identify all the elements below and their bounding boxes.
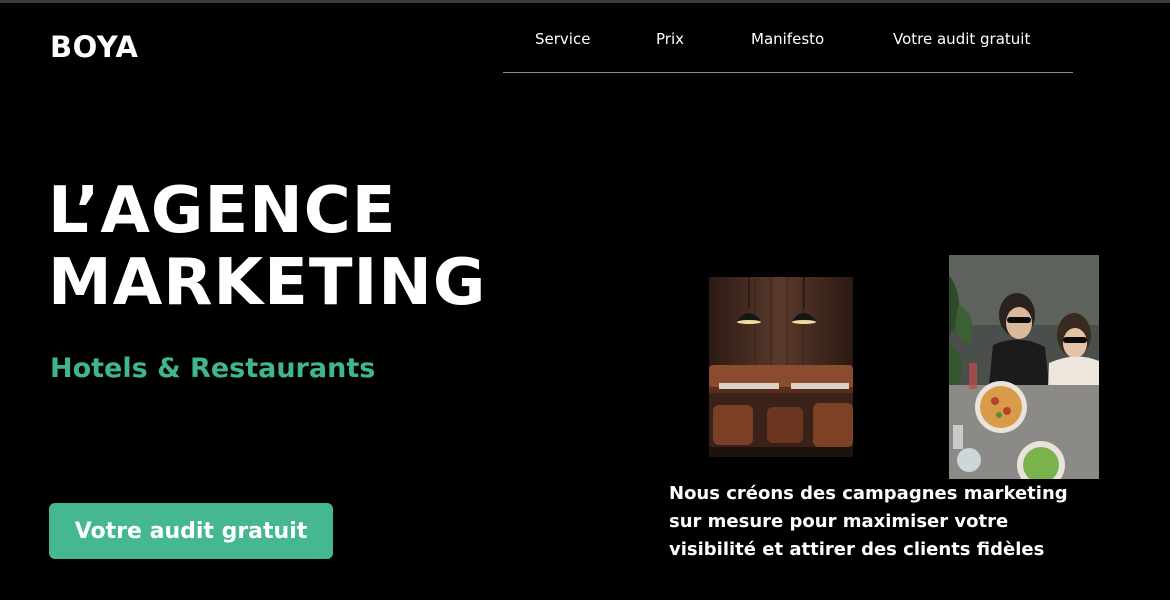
top-border: [0, 0, 1170, 3]
hero-subtitle: Hotels & Restaurants: [50, 353, 376, 384]
nav-item-prix[interactable]: Prix: [656, 30, 684, 48]
audit-cta-button[interactable]: Votre audit gratuit: [49, 503, 333, 559]
main-nav: Service Prix Manifesto Votre audit gratu…: [503, 30, 1073, 73]
nav-item-service[interactable]: Service: [535, 30, 590, 48]
headline-line-2: MARKETING: [48, 246, 487, 320]
hero-description: Nous créons des campagnes marketing sur …: [669, 483, 1068, 560]
hero-headline: L’AGENCE MARKETING: [48, 175, 486, 319]
diners-pizza-photo: [949, 255, 1099, 479]
brand-logo[interactable]: BOYA: [50, 30, 138, 64]
nav-item-audit[interactable]: Votre audit gratuit: [893, 30, 1030, 48]
headline-line-1: L’AGENCE: [48, 174, 397, 248]
restaurant-interior-photo: [709, 277, 853, 457]
nav-item-manifesto[interactable]: Manifesto: [751, 30, 824, 48]
